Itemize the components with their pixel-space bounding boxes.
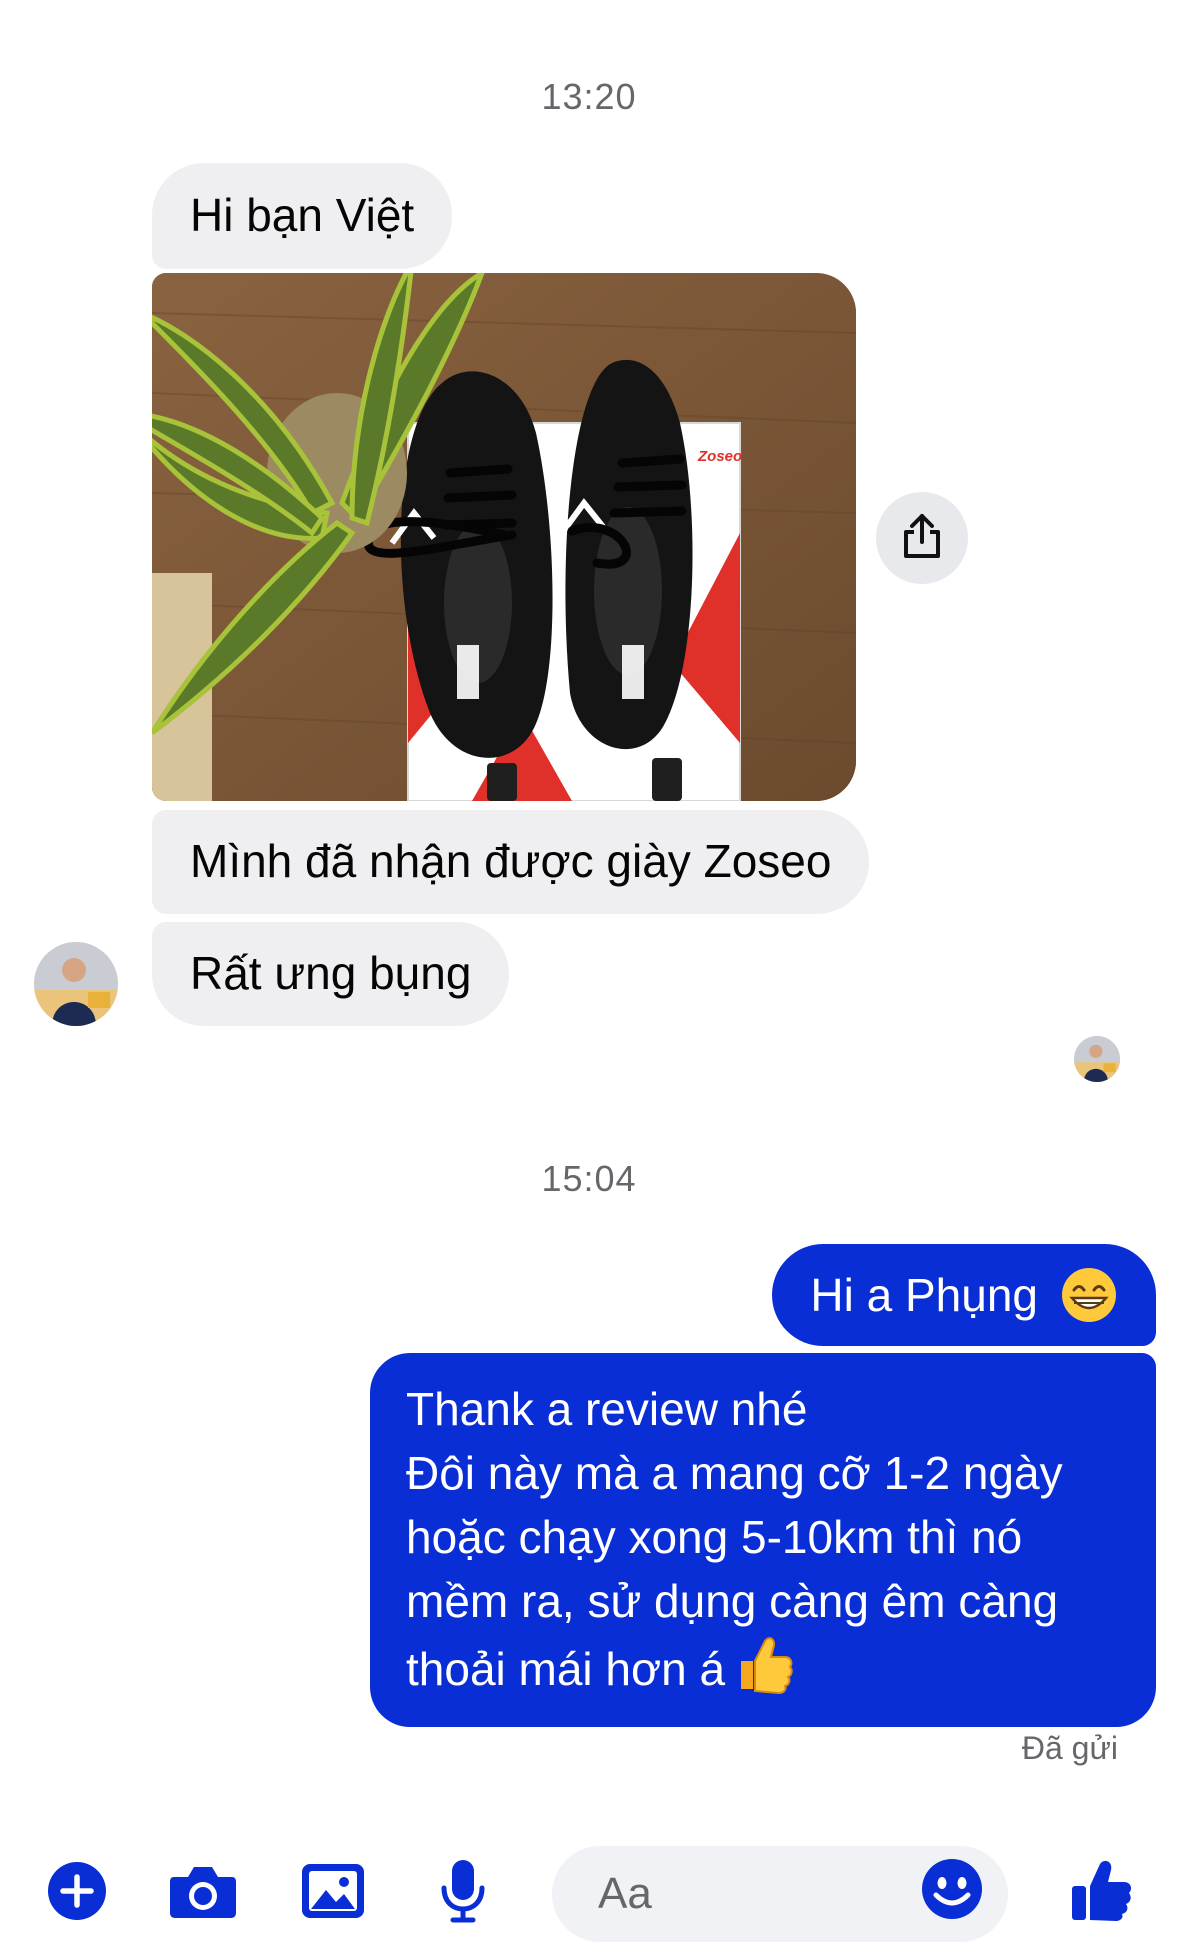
image-icon xyxy=(300,1862,366,1925)
share-icon xyxy=(900,512,944,565)
microphone-icon xyxy=(439,1858,487,1929)
incoming-message-1-text: Hi bạn Việt xyxy=(190,189,415,242)
incoming-message-1[interactable]: Hi bạn Việt xyxy=(152,163,453,269)
voice-button[interactable] xyxy=(420,1850,506,1936)
plus-icon xyxy=(46,1860,108,1927)
outgoing-message-2-line-1: Thank a review nhé xyxy=(406,1383,808,1435)
plus-button[interactable] xyxy=(34,1850,120,1936)
outgoing-message-2-line-4: mềm ra, sử dụng càng êm càng xyxy=(406,1575,1059,1627)
outgoing-message-2[interactable]: Thank a review nhé Đôi này mà a mang cỡ … xyxy=(370,1353,1156,1727)
like-icon xyxy=(1068,1858,1134,1929)
sent-status: Đã gửi xyxy=(1021,1730,1118,1766)
camera-button[interactable] xyxy=(160,1850,246,1936)
like-button[interactable] xyxy=(1058,1850,1144,1936)
outgoing-message-2-line-5-wrap: thoải mái hơn á xyxy=(406,1633,1126,1701)
message-input[interactable]: Aa xyxy=(552,1846,1008,1942)
seen-avatar-image xyxy=(1074,1036,1120,1082)
message-input-placeholder: Aa xyxy=(598,1869,652,1918)
thumbs-up-emoji-icon xyxy=(733,1633,795,1695)
seen-avatar xyxy=(1074,1036,1120,1082)
incoming-message-2-text: Mình đã nhận được giày Zoseo xyxy=(190,835,832,888)
incoming-message-2[interactable]: Mình đã nhận được giày Zoseo xyxy=(152,810,870,914)
outgoing-message-2-line-3: hoặc chạy xong 5-10km thì nó xyxy=(406,1511,1023,1563)
outgoing-message-1-text: Hi a Phụng xyxy=(810,1269,1038,1321)
incoming-message-3-text: Rất ưng bụng xyxy=(190,947,472,1000)
outgoing-message-1[interactable]: Hi a Phụng xyxy=(772,1244,1156,1346)
grinning-emoji-icon xyxy=(1060,1266,1118,1324)
avatar-image xyxy=(34,942,118,1026)
camera-icon xyxy=(168,1861,238,1926)
gallery-button[interactable] xyxy=(290,1850,376,1936)
composer-bar: Aa xyxy=(0,1830,1178,1950)
outgoing-message-2-line-2: Đôi này mà a mang cỡ 1-2 ngày xyxy=(406,1447,1063,1499)
emoji-icon xyxy=(920,1857,984,1932)
photo-brand-text: Zoseo xyxy=(697,448,742,465)
timestamp-2: 15:04 xyxy=(541,1158,637,1199)
timestamp-1: 13:20 xyxy=(541,76,637,117)
shoe-photo-image: Zoseo xyxy=(152,273,856,801)
share-button[interactable] xyxy=(876,492,968,584)
outgoing-message-2-line-5: thoải mái hơn á xyxy=(406,1643,726,1695)
sender-avatar[interactable] xyxy=(34,942,118,1026)
incoming-message-3[interactable]: Rất ưng bụng xyxy=(152,922,510,1026)
shoe-photo[interactable]: Zoseo xyxy=(152,273,856,801)
emoji-button[interactable] xyxy=(914,1856,990,1932)
